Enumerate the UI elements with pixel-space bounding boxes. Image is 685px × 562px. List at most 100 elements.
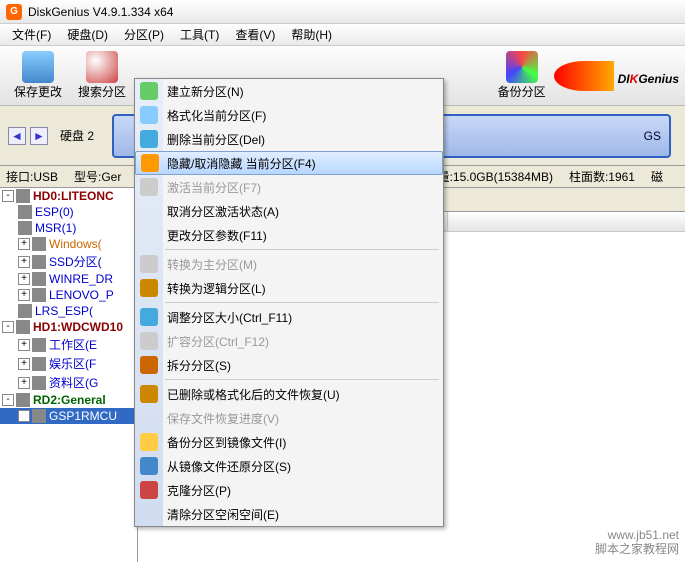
menu-to-primary: 转换为主分区(M) <box>135 252 443 276</box>
info-capacity: 量:15.0GB(15384MB) <box>438 168 553 185</box>
window-title: DiskGenius V4.9.1.334 x64 <box>28 5 173 19</box>
menu-delete[interactable]: 删除当前分区(Del) <box>135 127 443 151</box>
app-icon: G <box>6 4 22 20</box>
menu-disk[interactable]: 硬盘(D) <box>59 26 116 43</box>
collapse-icon[interactable]: - <box>2 190 14 202</box>
prev-button[interactable]: ◄ <box>8 127 26 145</box>
tree-esp[interactable]: ESP(0) <box>0 204 137 220</box>
menu-clone[interactable]: 克隆分区(P) <box>135 478 443 502</box>
expand-icon[interactable]: + <box>18 339 30 351</box>
tree-work[interactable]: +工作区(E <box>0 335 137 354</box>
resize-icon <box>140 308 158 326</box>
partition-icon <box>32 376 46 390</box>
disk-label: 硬盘 2 <box>60 127 94 144</box>
menu-extend: 扩容分区(Ctrl_F12) <box>135 329 443 353</box>
menu-split[interactable]: 拆分分区(S) <box>135 353 443 377</box>
backup-icon <box>506 51 538 83</box>
expand-icon[interactable]: + <box>18 256 30 268</box>
menu-hide[interactable]: 隐藏/取消隐藏 当前分区(F4) <box>135 151 443 175</box>
menu-help[interactable]: 帮助(H) <box>283 26 340 43</box>
search-icon <box>86 51 118 83</box>
separator <box>165 249 439 250</box>
expand-icon[interactable]: + <box>18 377 30 389</box>
tree-msr[interactable]: MSR(1) <box>0 220 137 236</box>
backup-icon <box>140 433 158 451</box>
partition-icon <box>18 221 32 235</box>
hide-icon <box>141 154 159 172</box>
save-icon <box>22 51 54 83</box>
expand-icon[interactable]: + <box>18 289 30 301</box>
primary-icon <box>140 255 158 273</box>
tree-lrs[interactable]: LRS_ESP( <box>0 303 137 319</box>
info-interface: 接口:USB <box>6 168 58 185</box>
extend-icon <box>140 332 158 350</box>
info-model: 型号:Ger <box>74 168 121 185</box>
collapse-icon[interactable]: - <box>2 321 14 333</box>
tree-hd1[interactable]: -HD1:WDCWD10 <box>0 319 137 335</box>
context-menu[interactable]: 建立新分区(N) 格式化当前分区(F) 删除当前分区(Del) 隐藏/取消隐藏 … <box>134 78 444 527</box>
tree-ssd[interactable]: +SSD分区( <box>0 252 137 271</box>
tree-rd2[interactable]: -RD2:General <box>0 392 137 408</box>
menu-file[interactable]: 文件(F) <box>4 26 59 43</box>
logo: 备份分区 DIKGenius <box>490 49 679 102</box>
delete-icon <box>140 130 158 148</box>
activate-icon <box>140 178 158 196</box>
expand-icon[interactable]: + <box>18 238 30 250</box>
tree-gsp[interactable]: +GSP1RMCU <box>0 408 137 424</box>
menu-recover[interactable]: 已删除或格式化后的文件恢复(U) <box>135 382 443 406</box>
clone-icon <box>140 481 158 499</box>
menu-deactivate[interactable]: 取消分区激活状态(A) <box>135 199 443 223</box>
menu-save-progress: 保存文件恢复进度(V) <box>135 406 443 430</box>
menu-partition[interactable]: 分区(P) <box>116 26 172 43</box>
partition-icon <box>32 338 46 352</box>
info-tracks: 磁 <box>651 168 663 185</box>
partition-icon <box>32 409 46 423</box>
logical-icon <box>140 279 158 297</box>
new-icon <box>140 82 158 100</box>
disk-icon <box>16 189 30 203</box>
search-button[interactable]: 搜索分区 <box>70 49 134 102</box>
disk-icon <box>16 393 30 407</box>
expand-icon[interactable]: + <box>18 410 30 422</box>
expand-icon[interactable]: + <box>18 273 30 285</box>
format-icon <box>140 106 158 124</box>
tree-lenovo[interactable]: +LENOVO_P <box>0 287 137 303</box>
split-icon <box>140 356 158 374</box>
menu-restore-image[interactable]: 从镜像文件还原分区(S) <box>135 454 443 478</box>
tree-ent[interactable]: +娱乐区(F <box>0 354 137 373</box>
logo-text: DIKGenius <box>618 62 679 90</box>
save-button[interactable]: 保存更改 <box>6 49 70 102</box>
disk-icon <box>16 320 30 334</box>
partition-icon <box>32 357 46 371</box>
tree-winre[interactable]: +WINRE_DR <box>0 271 137 287</box>
watermark: www.jb51.net 脚本之家教程网 <box>595 528 679 556</box>
menu-format[interactable]: 格式化当前分区(F) <box>135 103 443 127</box>
menu-backup-image[interactable]: 备份分区到镜像文件(I) <box>135 430 443 454</box>
menu-bar: 文件(F) 硬盘(D) 分区(P) 工具(T) 查看(V) 帮助(H) <box>0 24 685 46</box>
info-cylinders: 柱面数:1961 <box>569 168 635 185</box>
collapse-icon[interactable]: - <box>2 394 14 406</box>
disk-tree[interactable]: -HD0:LITEONC ESP(0) MSR(1) +Windows( +SS… <box>0 188 138 562</box>
menu-clear-free[interactable]: 清除分区空闲空间(E) <box>135 502 443 526</box>
title-bar: G DiskGenius V4.9.1.334 x64 <box>0 0 685 24</box>
menu-params[interactable]: 更改分区参数(F11) <box>135 223 443 247</box>
next-button[interactable]: ► <box>30 127 48 145</box>
menu-view[interactable]: 查看(V) <box>227 26 283 43</box>
partition-icon <box>18 205 32 219</box>
partition-icon <box>18 304 32 318</box>
menu-resize[interactable]: 调整分区大小(Ctrl_F11) <box>135 305 443 329</box>
logo-swoosh <box>554 61 614 91</box>
tree-hd0[interactable]: -HD0:LITEONC <box>0 188 137 204</box>
restore-icon <box>140 457 158 475</box>
recover-icon <box>140 385 158 403</box>
menu-new-partition[interactable]: 建立新分区(N) <box>135 79 443 103</box>
partition-icon <box>32 272 46 286</box>
tree-data[interactable]: +资料区(G <box>0 373 137 392</box>
partition-icon <box>32 255 46 269</box>
menu-to-logical[interactable]: 转换为逻辑分区(L) <box>135 276 443 300</box>
expand-icon[interactable]: + <box>18 358 30 370</box>
menu-tool[interactable]: 工具(T) <box>172 26 227 43</box>
tree-windows[interactable]: +Windows( <box>0 236 137 252</box>
backup-button[interactable]: 备份分区 <box>490 49 554 102</box>
menu-activate: 激活当前分区(F7) <box>135 175 443 199</box>
